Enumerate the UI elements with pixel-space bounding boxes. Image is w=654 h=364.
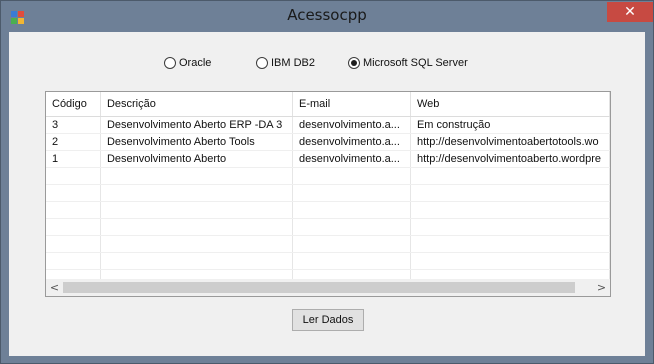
empty-row — [46, 218, 610, 236]
cell-web[interactable]: http://desenvolvimentoaberto.wordpre — [410, 150, 610, 168]
data-table: Código Descrição E-mail Web 3 Desenvolvi… — [46, 92, 610, 287]
empty-row — [46, 252, 610, 270]
cell-descricao[interactable]: Desenvolvimento Aberto — [100, 150, 294, 168]
table-row[interactable]: 2 Desenvolvimento Aberto Tools desenvolv… — [46, 133, 610, 151]
empty-row — [46, 167, 610, 185]
ler-dados-button[interactable]: Ler Dados — [292, 309, 364, 331]
app-window: Acessocpp ✕ Oracle IBM DB2 Microsoft SQL… — [0, 0, 654, 364]
cell-email[interactable]: desenvolvimento.a... — [292, 133, 411, 151]
close-icon[interactable]: ✕ — [607, 2, 653, 22]
empty-row — [46, 201, 610, 219]
radio-label: IBM DB2 — [271, 57, 316, 69]
data-grid[interactable]: Código Descrição E-mail Web 3 Desenvolvi… — [45, 91, 611, 297]
scroll-right-icon[interactable]: > — [593, 279, 610, 296]
radio-label: Oracle — [179, 57, 212, 69]
radio-circle[interactable] — [164, 57, 176, 69]
table-row[interactable]: 3 Desenvolvimento Aberto ERP -DA 3 desen… — [46, 116, 610, 134]
title-bar[interactable]: Acessocpp ✕ — [1, 1, 653, 32]
cell-descricao[interactable]: Desenvolvimento Aberto ERP -DA 3 — [100, 116, 294, 134]
cell-codigo[interactable]: 1 — [46, 150, 101, 168]
radio-label: Microsoft SQL Server — [363, 57, 468, 69]
table-header-row: Código Descrição E-mail Web — [46, 92, 610, 117]
cell-descricao[interactable]: Desenvolvimento Aberto Tools — [100, 133, 294, 151]
empty-row — [46, 184, 610, 202]
cell-email[interactable]: desenvolvimento.a... — [292, 150, 411, 168]
column-header-web[interactable]: Web — [410, 92, 610, 117]
radio-circle[interactable] — [256, 57, 268, 69]
radio-ibm-db2[interactable]: IBM DB2 — [256, 54, 315, 72]
window-title: Acessocpp — [287, 6, 367, 24]
cell-codigo[interactable]: 3 — [46, 116, 101, 134]
radio-circle[interactable] — [348, 57, 360, 69]
client-area: Oracle IBM DB2 Microsoft SQL Server Códi… — [9, 32, 645, 356]
cell-email[interactable]: desenvolvimento.a... — [292, 116, 411, 134]
horizontal-scrollbar[interactable]: < > — [46, 279, 610, 296]
cell-codigo[interactable]: 2 — [46, 133, 101, 151]
cell-web[interactable]: http://desenvolvimentoabertotools.wo — [410, 133, 610, 151]
empty-row — [46, 235, 610, 253]
scrollbar-thumb[interactable] — [63, 282, 575, 293]
radio-sql-server[interactable]: Microsoft SQL Server — [348, 54, 468, 72]
column-header-descricao[interactable]: Descrição — [100, 92, 294, 117]
cell-web[interactable]: Em construção — [410, 116, 610, 134]
table-row[interactable]: 1 Desenvolvimento Aberto desenvolvimento… — [46, 150, 610, 168]
scroll-left-icon[interactable]: < — [46, 279, 63, 296]
column-header-email[interactable]: E-mail — [292, 92, 411, 117]
radio-oracle[interactable]: Oracle — [164, 54, 211, 72]
column-header-codigo[interactable]: Código — [46, 92, 101, 117]
